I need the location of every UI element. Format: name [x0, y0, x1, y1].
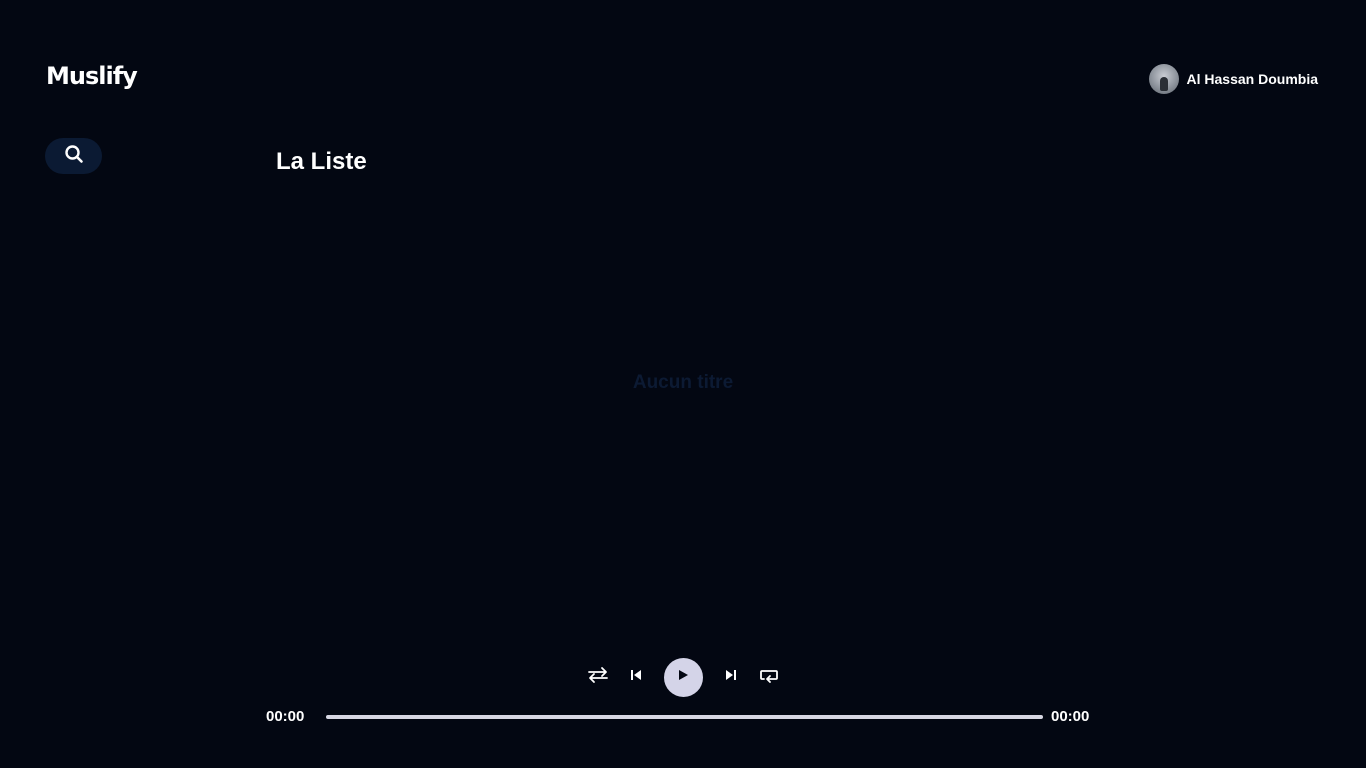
play-icon — [676, 668, 690, 687]
current-time: 00:00 — [266, 708, 305, 725]
next-button[interactable] — [717, 664, 745, 692]
progress-bar[interactable] — [326, 715, 1043, 719]
shuffle-icon — [587, 666, 609, 689]
page-title: La Liste — [276, 148, 367, 175]
repeat-button[interactable] — [755, 664, 783, 692]
search-icon — [64, 144, 84, 169]
app-logo[interactable]: Muslify — [46, 62, 138, 90]
empty-state-message: Aucun titre — [632, 372, 734, 393]
duration-time: 00:00 — [1051, 708, 1090, 725]
user-avatar[interactable] — [1148, 64, 1179, 94]
shuffle-button[interactable] — [584, 664, 612, 692]
play-button[interactable] — [663, 658, 703, 697]
user-profile[interactable]: Al Hassan Doumbia — [1148, 64, 1318, 94]
player-controls — [0, 658, 1366, 697]
repeat-icon — [759, 666, 779, 689]
previous-icon — [629, 668, 643, 687]
next-icon — [724, 668, 738, 687]
user-name: Al Hassan Doumbia — [1186, 71, 1318, 87]
search-button[interactable] — [45, 138, 102, 174]
previous-button[interactable] — [622, 664, 650, 692]
